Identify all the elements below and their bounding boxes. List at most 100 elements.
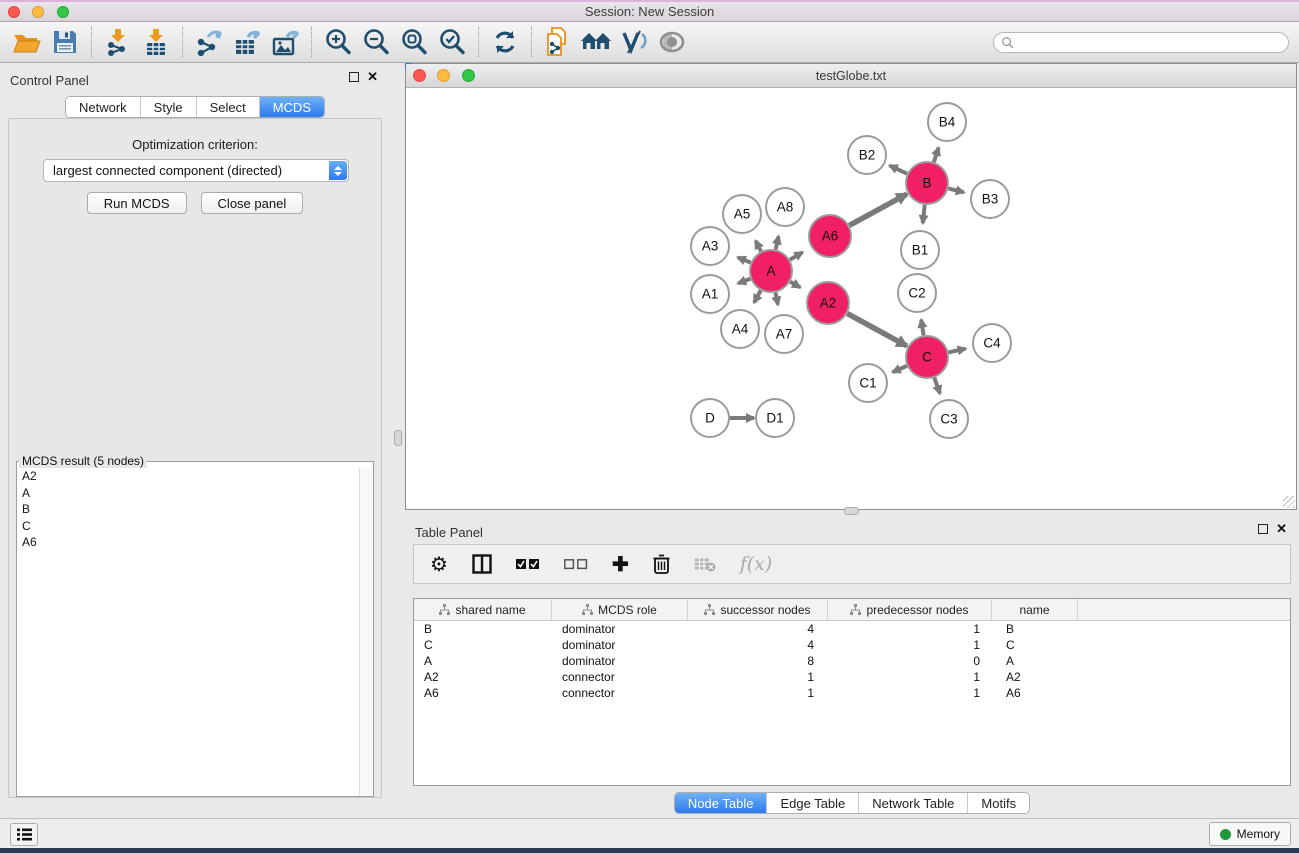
edge-B-B4[interactable] (934, 148, 939, 162)
cell-name[interactable]: A6 (992, 685, 1078, 701)
table-row[interactable]: A6connector11A6 (414, 685, 1290, 701)
node-A1[interactable]: A1 (691, 275, 729, 313)
deselect-all-icon[interactable] (564, 559, 588, 570)
mcds-result-item[interactable]: A2 (18, 468, 359, 485)
search-input[interactable] (1014, 36, 1274, 50)
node-A4[interactable]: A4 (721, 310, 759, 348)
cell-successor_nodes[interactable]: 4 (688, 637, 828, 653)
cell-shared_name[interactable]: B (414, 621, 552, 637)
edge-A-A7[interactable] (775, 293, 777, 305)
edge-A-A4[interactable] (754, 290, 760, 302)
node-C4[interactable]: C4 (973, 324, 1011, 362)
network-canvas[interactable]: AA1A2A3A4A5A6A7A8BB1B2B3B4CC1C2C3C4DD1 (406, 88, 1296, 509)
table-row[interactable]: A2connector11A2 (414, 669, 1290, 685)
cell-name[interactable]: C (992, 637, 1078, 653)
node-B1[interactable]: B1 (901, 231, 939, 269)
mcds-result-item[interactable]: A (18, 485, 359, 502)
tab-style[interactable]: Style (141, 97, 197, 117)
tab-select[interactable]: Select (197, 97, 260, 117)
resize-grip[interactable] (1283, 496, 1295, 508)
float-panel-icon[interactable] (349, 72, 359, 82)
zoom-out-button[interactable] (357, 25, 395, 59)
cell-predecessor_nodes[interactable]: 1 (828, 621, 992, 637)
save-session-button[interactable] (46, 25, 84, 59)
close-table-panel-icon[interactable]: ✕ (1276, 524, 1287, 534)
import-network-button[interactable] (99, 25, 137, 59)
node-A[interactable]: A (750, 250, 792, 292)
edge-B-B2[interactable] (890, 166, 907, 174)
table-row[interactable]: Adominator80A (414, 653, 1290, 669)
graphics-details-button[interactable] (653, 25, 691, 59)
node-C2[interactable]: C2 (898, 274, 936, 312)
import-table-button[interactable] (137, 25, 175, 59)
criterion-select[interactable]: largest connected component (directed) (43, 159, 349, 182)
cell-predecessor_nodes[interactable]: 1 (828, 669, 992, 685)
new-network-from-selection-button[interactable] (539, 25, 577, 59)
float-table-panel-icon[interactable] (1258, 524, 1268, 534)
edge-A-A6[interactable] (790, 252, 803, 259)
cell-successor_nodes[interactable]: 1 (688, 669, 828, 685)
node-A3[interactable]: A3 (691, 227, 729, 265)
tab-network-table[interactable]: Network Table (859, 793, 968, 813)
select-all-icon[interactable] (516, 559, 540, 570)
column-header-successor_nodes[interactable]: successor nodes (688, 599, 828, 620)
edge-A-A3[interactable] (738, 257, 751, 262)
export-table-button[interactable] (228, 25, 266, 59)
cell-mcds_role[interactable]: dominator (552, 653, 688, 669)
zoom-in-button[interactable] (319, 25, 357, 59)
node-A7[interactable]: A7 (765, 315, 803, 353)
cell-predecessor_nodes[interactable]: 0 (828, 653, 992, 669)
cell-mcds_role[interactable]: connector (552, 669, 688, 685)
cell-shared_name[interactable]: A6 (414, 685, 552, 701)
search-field[interactable] (993, 32, 1289, 53)
column-header-mcds_role[interactable]: MCDS role (552, 599, 688, 620)
style-visibility-button[interactable] (615, 25, 653, 59)
edge-C-C2[interactable] (921, 320, 923, 336)
mcds-result-item[interactable]: C (18, 518, 359, 535)
edge-C-C1[interactable] (893, 366, 907, 372)
node-C[interactable]: C (906, 336, 948, 378)
cell-name[interactable]: A2 (992, 669, 1078, 685)
table-row[interactable]: Cdominator41C (414, 637, 1290, 653)
cell-name[interactable]: B (992, 621, 1078, 637)
close-panel-icon[interactable]: ✕ (367, 72, 378, 82)
column-header-name[interactable]: name (992, 599, 1078, 620)
tab-node-table[interactable]: Node Table (675, 793, 768, 813)
horizontal-splitter-grip[interactable] (844, 507, 859, 515)
function-builder-fx-icon[interactable]: f(x) (740, 553, 773, 575)
edge-A2-C[interactable] (847, 314, 906, 346)
cell-mcds_role[interactable]: connector (552, 685, 688, 701)
tab-edge-table[interactable]: Edge Table (767, 793, 859, 813)
delete-table-icon[interactable] (694, 557, 716, 572)
network-graph[interactable]: AA1A2A3A4A5A6A7A8BB1B2B3B4CC1C2C3C4DD1 (406, 88, 1296, 509)
cell-shared_name[interactable]: C (414, 637, 552, 653)
create-column-plus-icon[interactable]: ✚ (612, 552, 629, 577)
node-C3[interactable]: C3 (930, 400, 968, 438)
tab-mcds[interactable]: MCDS (260, 97, 324, 117)
export-image-button[interactable] (266, 25, 304, 59)
table-row[interactable]: Bdominator41B (414, 621, 1290, 637)
cell-shared_name[interactable]: A (414, 653, 552, 669)
cell-mcds_role[interactable]: dominator (552, 637, 688, 653)
mcds-result-scrollbar[interactable] (359, 468, 372, 795)
edge-A-A8[interactable] (776, 236, 779, 249)
apply-layout-button[interactable] (486, 25, 524, 59)
delete-columns-trash-icon[interactable] (653, 554, 670, 574)
node-D1[interactable]: D1 (756, 399, 794, 437)
column-header-predecessor_nodes[interactable]: predecessor nodes (828, 599, 992, 620)
edge-C-C4[interactable] (949, 349, 966, 353)
node-C1[interactable]: C1 (849, 364, 887, 402)
edge-A-A2[interactable] (790, 282, 800, 288)
node-A5[interactable]: A5 (723, 195, 761, 233)
node-D[interactable]: D (691, 399, 729, 437)
node-A2[interactable]: A2 (807, 282, 849, 324)
show-columns-icon[interactable] (472, 554, 492, 574)
node-A8[interactable]: A8 (766, 188, 804, 226)
column-functions-gear-icon[interactable]: ⚙ (430, 552, 448, 577)
home-button[interactable] (577, 25, 615, 59)
edge-A6-B[interactable] (849, 194, 907, 225)
task-history-button[interactable] (10, 823, 38, 846)
cell-name[interactable]: A (992, 653, 1078, 669)
node-B3[interactable]: B3 (971, 180, 1009, 218)
cell-successor_nodes[interactable]: 1 (688, 685, 828, 701)
